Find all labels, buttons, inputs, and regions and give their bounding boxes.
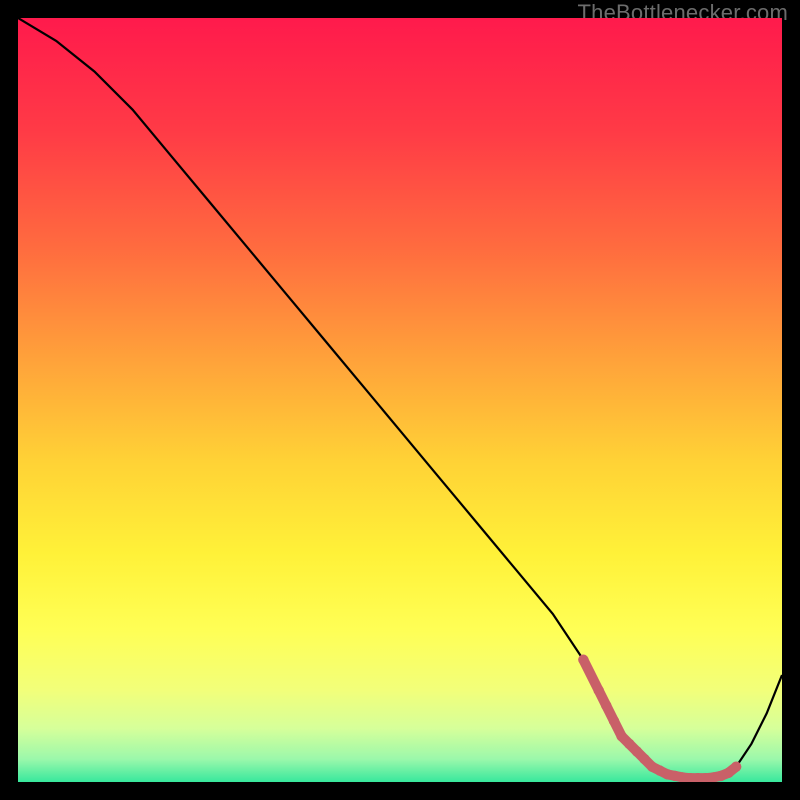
chart-stage: TheBottlenecker.com: [0, 0, 800, 800]
curve-marker: [609, 716, 619, 726]
curve-marker: [601, 700, 611, 710]
curve-marker: [624, 739, 634, 749]
curve-marker: [593, 685, 603, 695]
gradient-background: [18, 18, 782, 782]
curve-marker: [632, 746, 642, 756]
curve-marker: [616, 731, 626, 741]
gradient-plot: [18, 18, 782, 782]
curve-marker: [578, 655, 588, 665]
curve-marker: [731, 762, 741, 772]
curve-marker: [639, 754, 649, 764]
